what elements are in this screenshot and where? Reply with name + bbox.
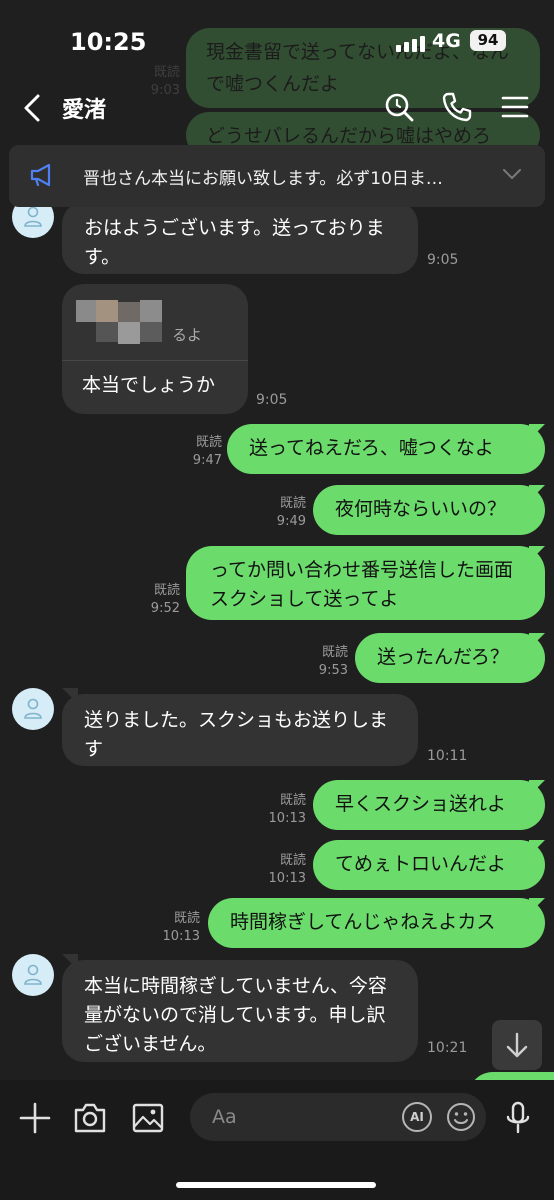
network-label: 4G (432, 30, 461, 52)
message-meta: 既読 10:13 (266, 852, 306, 888)
blurred-image (140, 300, 162, 322)
blurred-image (76, 300, 96, 322)
quote-text: るよ (172, 326, 203, 344)
message-text: 送ったんだろ？ (377, 646, 509, 668)
message-input[interactable]: AI (190, 1093, 486, 1141)
message-text-field[interactable] (212, 1103, 382, 1131)
message-text: ってか問い合わせ番号送信した画面スクショして送ってよ (210, 559, 514, 610)
arrow-down-icon (506, 1032, 528, 1058)
blurred-image (118, 322, 140, 344)
megaphone-icon (30, 163, 51, 187)
menu-icon[interactable] (498, 90, 532, 124)
blurred-image (96, 300, 118, 322)
message-text: 時間稼ぎしてんじゃねえよカス (230, 911, 496, 933)
outgoing-message[interactable]: 時間稼ぎしてんじゃねえよカス (208, 898, 545, 948)
message-meta: 既読 10:13 (160, 910, 200, 946)
message-text: 夜何時ならいいの？ (335, 498, 507, 520)
status-bar: 10:25 4G 94 (0, 0, 554, 80)
blurred-image (140, 322, 162, 342)
read-receipt: 既読 (279, 496, 306, 511)
read-receipt: 既読 (279, 853, 306, 868)
message-meta: 既読 9:47 (182, 434, 222, 470)
user-icon (24, 206, 42, 227)
blurred-image (118, 302, 140, 322)
scroll-to-bottom-button[interactable] (492, 1020, 542, 1070)
avatar[interactable] (12, 954, 54, 996)
back-icon[interactable] (16, 92, 48, 124)
user-icon (24, 964, 42, 985)
incoming-message[interactable]: 送りました。スクショもお送りします (62, 694, 418, 766)
outgoing-message[interactable]: ってか問い合わせ番号送信した画面スクショして送ってよ (186, 546, 545, 620)
emoji-icon[interactable] (446, 1102, 476, 1132)
message-meta: 既読 10:13 (266, 792, 306, 828)
message-time: 9:49 (276, 514, 306, 529)
message-text: 本当に時間稼ぎしていません、今容量がないので消しています。申し訳ございません。 (84, 975, 387, 1055)
message-time: 9:47 (192, 453, 222, 468)
message-meta: 既読 9:52 (140, 582, 180, 618)
message-text: 早くスクショ送れよ (335, 793, 507, 815)
outgoing-message[interactable]: てめぇトロいんだよ (313, 840, 545, 890)
message-time: 10:13 (268, 811, 306, 826)
read-receipt: 既読 (173, 911, 200, 926)
chat-header: 愛渚 (0, 80, 554, 136)
read-receipt: 既読 (321, 645, 348, 660)
message-time: 9:05 (427, 252, 459, 268)
outgoing-message[interactable] (468, 1072, 554, 1080)
read-receipt: 既読 (195, 435, 222, 450)
reply-quote-message[interactable]: るよ 本当でしょうか (62, 284, 248, 414)
message-time: 10:13 (268, 871, 306, 886)
signal-icon (396, 36, 425, 52)
status-time: 10:25 (70, 28, 147, 56)
message-time: 10:13 (162, 929, 200, 944)
message-time: 10:11 (427, 748, 468, 764)
message-meta: 既読 9:49 (266, 495, 306, 531)
read-receipt: 既読 (279, 793, 306, 808)
outgoing-message[interactable]: 早くスクショ送れよ (313, 780, 545, 830)
incoming-message[interactable]: 本当に時間稼ぎしていません、今容量がないので消しています。申し訳ございません。 (62, 960, 418, 1062)
home-indicator (176, 1182, 376, 1188)
chevron-down-icon[interactable] (501, 167, 523, 181)
quote-divider (62, 360, 248, 361)
outgoing-message[interactable]: 送ったんだろ？ (355, 633, 545, 683)
battery-icon: 94 (470, 30, 506, 51)
outgoing-message[interactable]: 送ってねえだろ、嘘つくなよ (227, 424, 545, 474)
announcement-banner[interactable]: 晋也さん本当にお願い致します。必ず10日ま… (9, 145, 545, 207)
message-time: 9:52 (150, 601, 180, 616)
incoming-message[interactable]: おはようございます。送っております。 (62, 202, 418, 274)
message-meta: 既読 9:53 (308, 644, 348, 680)
avatar[interactable] (12, 688, 54, 730)
camera-icon[interactable] (72, 1100, 108, 1136)
microphone-icon[interactable] (500, 1100, 536, 1136)
read-receipt: 既読 (153, 583, 180, 598)
message-text: 送りました。スクショもお送りします (84, 709, 389, 760)
message-text: てめぇトロいんだよ (335, 853, 507, 875)
outgoing-message[interactable]: 夜何時ならいいの？ (313, 485, 545, 535)
plus-icon[interactable] (17, 1100, 53, 1136)
message-time: 10:21 (427, 1040, 468, 1056)
user-icon (24, 698, 42, 719)
message-text: 本当でしょうか (82, 374, 216, 396)
chat-title[interactable]: 愛渚 (62, 92, 106, 124)
blurred-image (96, 322, 118, 342)
announcement-text: 晋也さん本当にお願い致します。必ず10日ま… (83, 169, 443, 189)
message-text: 送ってねえだろ、嘘つくなよ (249, 437, 494, 459)
message-text: おはようございます。送っております。 (84, 217, 385, 268)
message-time: 9:53 (318, 663, 348, 678)
phone-icon[interactable] (440, 90, 474, 124)
ai-button[interactable]: AI (402, 1102, 432, 1132)
image-icon[interactable] (130, 1100, 166, 1136)
message-time: 9:05 (256, 392, 288, 408)
search-icon[interactable] (382, 90, 416, 124)
chat-area[interactable]: 現金書留で送ってないんだよ、なんで嘘つくんだよ どうせバレるんだから嘘はやめろ … (0, 0, 554, 1080)
